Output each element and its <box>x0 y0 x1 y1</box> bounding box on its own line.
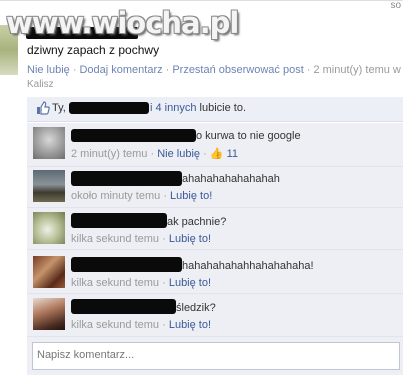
unlike-link[interactable]: Nie lubię <box>27 64 70 76</box>
commenter-avatar[interactable] <box>33 127 65 159</box>
thumbs-up-icon <box>37 101 50 115</box>
comment-time[interactable]: kilka sekund temu <box>71 233 159 245</box>
post-location[interactable]: Kalisz <box>27 79 54 90</box>
unfollow-link[interactable]: Przestań obserwować post <box>172 64 303 76</box>
like-comment-link[interactable]: Lubię to! <box>169 233 211 245</box>
unlike-comment-link[interactable]: Nie lubię <box>157 148 200 160</box>
comment-meta: kilka sekund temu · Lubię to! <box>71 277 212 289</box>
like-comment-link[interactable]: Lubię to! <box>169 319 211 331</box>
comment-text: śledzik? <box>176 302 216 314</box>
post-text: dziwny zapach z pochwy <box>27 43 160 57</box>
redacted-commenter-name <box>71 129 196 142</box>
comment-time[interactable]: kilka sekund temu <box>71 319 159 331</box>
post-actions: Nie lubię · Dodaj komentarz · Przestań obser… <box>27 64 403 76</box>
commenter-avatar[interactable] <box>33 298 65 330</box>
like-comment-link[interactable]: Lubię to! <box>169 277 211 289</box>
comment-input[interactable] <box>33 343 393 367</box>
likes-others-link[interactable]: i 4 innych <box>150 102 196 114</box>
add-comment-link[interactable]: Dodaj komentarz <box>79 64 162 76</box>
redacted-commenter-name <box>71 213 167 228</box>
commenter-avatar[interactable] <box>33 212 65 244</box>
post-time[interactable]: 2 minut(y) temu w p <box>313 64 403 76</box>
comment-text: o kurwa to nie google <box>196 130 301 142</box>
comment-meta: kilka sekund temu · Lubię to! <box>71 233 212 245</box>
comment-meta: około minuty temu · Lubię to! <box>71 190 213 202</box>
comment-text: ak pachnie? <box>167 216 227 228</box>
redacted-commenter-name <box>71 171 182 186</box>
top-border <box>0 0 403 1</box>
comment-composer <box>32 342 400 370</box>
corner-text: so <box>390 0 401 11</box>
redacted-liker-names <box>69 102 149 114</box>
redacted-commenter-name <box>71 299 176 314</box>
comment-meta: kilka sekund temu · Lubię to! <box>71 319 212 331</box>
comment-time[interactable]: około minuty temu <box>71 190 160 202</box>
commenter-avatar[interactable] <box>33 256 65 288</box>
likes-you: Ty, <box>52 102 66 114</box>
comment-text: hahahahahahhahahahaha! <box>182 260 314 272</box>
likes-text: Ty, <box>52 102 66 114</box>
watermark: www.wiocha.pl <box>6 6 239 40</box>
comment-time[interactable]: 2 minut(y) temu <box>71 148 147 160</box>
comment-like-count[interactable]: 11 <box>227 148 238 160</box>
commenter-avatar[interactable] <box>33 170 65 202</box>
redacted-commenter-name <box>71 257 182 272</box>
comment-text: ahahahahahahahah <box>182 173 280 185</box>
comment-meta: 2 minut(y) temu · Nie lubię · 👍 11 <box>71 148 238 160</box>
comment-time[interactable]: kilka sekund temu <box>71 277 159 289</box>
likes-suffix: lubicie to. <box>199 102 247 114</box>
comment-like-icon[interactable]: 👍 <box>210 148 224 160</box>
like-comment-link[interactable]: Lubię to! <box>170 190 212 202</box>
